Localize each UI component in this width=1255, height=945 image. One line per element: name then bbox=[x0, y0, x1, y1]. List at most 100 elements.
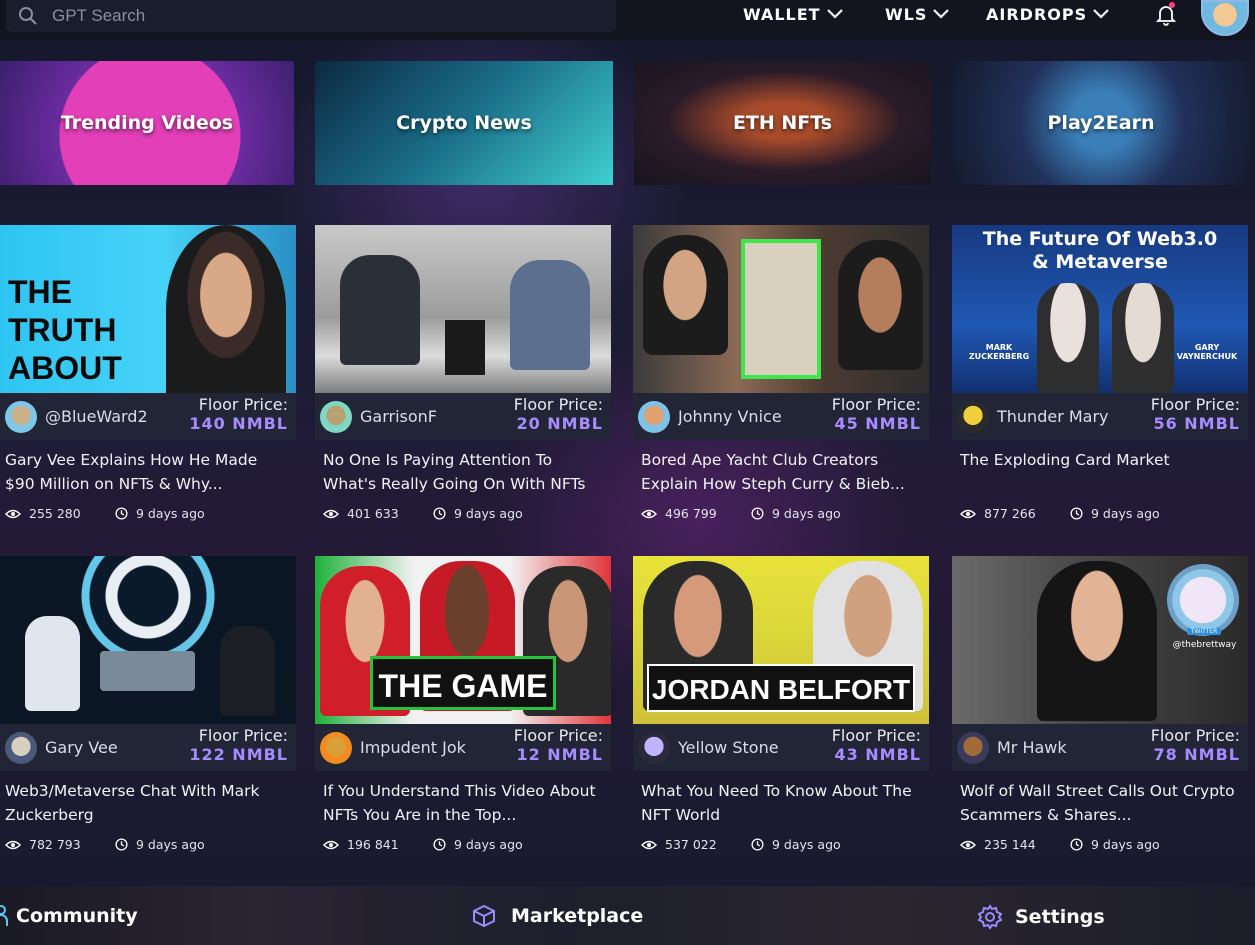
uploader-avatar[interactable] bbox=[638, 731, 670, 764]
view-count-value: 877 266 bbox=[984, 506, 1036, 521]
category-crypto-news[interactable]: Crypto News bbox=[315, 61, 613, 185]
upload-time-value: 9 days ago bbox=[136, 506, 205, 521]
thumbnail-caption: THE TRUTH ABOUT NFTs bbox=[8, 274, 122, 393]
video-card: GarrisonF Floor Price: 20 NMBL No One Is… bbox=[315, 225, 611, 525]
floor-price-label: Floor Price: bbox=[198, 726, 288, 745]
video-title[interactable]: What You Need To Know About The NFT Worl… bbox=[641, 779, 926, 827]
nav-wallet[interactable]: WALLET bbox=[743, 3, 843, 25]
video-meta: 235 144 9 days ago bbox=[960, 837, 1160, 852]
video-title[interactable]: Bored Ape Yacht Club Creators Explain Ho… bbox=[641, 448, 926, 496]
thumbnail-person bbox=[510, 260, 590, 370]
video-meta: 255 280 9 days ago bbox=[5, 506, 205, 521]
view-count-value: 537 022 bbox=[665, 837, 717, 852]
uploader-name[interactable]: GarrisonF bbox=[360, 407, 490, 426]
uploader-avatar[interactable] bbox=[957, 731, 989, 764]
video-thumbnail[interactable]: THE GAME bbox=[315, 556, 611, 724]
category-trending-videos[interactable]: Trending Videos bbox=[0, 61, 294, 185]
thumbnail-card bbox=[741, 239, 821, 379]
uploader-name[interactable]: Impudent Jok bbox=[360, 738, 490, 757]
video-info-bar: Johnny Vnice Floor Price: 45 NMBL bbox=[633, 393, 929, 440]
view-count: 877 266 bbox=[960, 506, 1070, 521]
nav-wls[interactable]: WLS bbox=[885, 3, 950, 25]
view-count: 235 144 bbox=[960, 837, 1070, 852]
uploader-name[interactable]: Thunder Mary bbox=[997, 407, 1127, 426]
category-label: Play2Earn bbox=[1047, 112, 1155, 134]
thumbnail-name-right: GARY VAYNERCHUK bbox=[1176, 343, 1238, 361]
video-title[interactable]: The Exploding Card Market bbox=[960, 448, 1245, 472]
category-label: ETH NFTs bbox=[732, 112, 833, 134]
view-count: 196 841 bbox=[323, 837, 433, 852]
video-thumbnail[interactable] bbox=[633, 225, 929, 393]
nav-community[interactable]: Community bbox=[0, 904, 138, 928]
video-info-bar: Thunder Mary Floor Price: 56 NMBL bbox=[952, 393, 1248, 440]
video-thumbnail[interactable]: The Future Of Web3.0 & Metaverse MARK ZU… bbox=[952, 225, 1248, 393]
uploader-avatar[interactable] bbox=[5, 731, 37, 764]
video-thumbnail[interactable]: JORDAN BELFORT bbox=[633, 556, 929, 724]
clock-icon bbox=[433, 838, 446, 851]
video-thumbnail[interactable] bbox=[315, 225, 611, 393]
nav-wallet-label: WALLET bbox=[743, 4, 821, 24]
video-meta: 537 022 9 days ago bbox=[641, 837, 841, 852]
video-title[interactable]: If You Understand This Video About NFTs … bbox=[323, 779, 608, 827]
floor-price: Floor Price: 78 NMBL bbox=[1151, 726, 1240, 764]
floor-price-value: 12 NMBL bbox=[516, 745, 603, 764]
uploader-avatar[interactable] bbox=[957, 400, 989, 433]
view-count: 401 633 bbox=[323, 506, 433, 521]
video-title[interactable]: Wolf of Wall Street Calls Out Crypto Sca… bbox=[960, 779, 1245, 827]
upload-time-value: 9 days ago bbox=[1091, 506, 1160, 521]
upload-time: 9 days ago bbox=[1070, 837, 1160, 852]
video-card: Johnny Vnice Floor Price: 45 NMBL Bored … bbox=[633, 225, 929, 525]
floor-price: Floor Price: 56 NMBL bbox=[1151, 395, 1240, 433]
upload-time: 9 days ago bbox=[115, 837, 205, 852]
upload-time-value: 9 days ago bbox=[772, 837, 841, 852]
user-avatar[interactable] bbox=[1201, 0, 1249, 36]
uploader-name[interactable]: Gary Vee bbox=[45, 738, 175, 757]
category-play2earn[interactable]: Play2Earn bbox=[952, 61, 1250, 185]
thumbnail-caption: JORDAN BELFORT bbox=[647, 664, 915, 712]
uploader-avatar[interactable] bbox=[5, 400, 37, 433]
uploader-name[interactable]: Mr Hawk bbox=[997, 738, 1127, 757]
thumbnail-handle: @thebrettway bbox=[1172, 640, 1237, 650]
video-info-bar: Yellow Stone Floor Price: 43 NMBL bbox=[633, 724, 929, 771]
video-thumbnail[interactable]: TWITTER @thebrettway bbox=[952, 556, 1248, 724]
floor-price-label: Floor Price: bbox=[513, 726, 603, 745]
uploader-name[interactable]: @BlueWard2 bbox=[45, 407, 175, 426]
category-eth-nfts[interactable]: ETH NFTs bbox=[634, 61, 931, 185]
nav-community-label: Community bbox=[16, 905, 138, 927]
video-card: THE TRUTH ABOUT NFTs @BlueWard2 Floor Pr… bbox=[0, 225, 296, 525]
thumbnail-caption: The Future Of Web3.0 & Metaverse bbox=[982, 228, 1218, 273]
upload-time-value: 9 days ago bbox=[1091, 837, 1160, 852]
video-thumbnail[interactable]: THE TRUTH ABOUT NFTs bbox=[0, 225, 296, 393]
uploader-avatar[interactable] bbox=[320, 400, 352, 433]
video-title[interactable]: Web3/Metaverse Chat With Mark Zuckerberg bbox=[5, 779, 290, 827]
video-card: The Future Of Web3.0 & Metaverse MARK ZU… bbox=[952, 225, 1248, 525]
view-count-value: 782 793 bbox=[29, 837, 81, 852]
upload-time: 9 days ago bbox=[433, 506, 523, 521]
video-info-bar: GarrisonF Floor Price: 20 NMBL bbox=[315, 393, 611, 440]
uploader-avatar[interactable] bbox=[638, 400, 670, 433]
nav-settings[interactable]: Settings bbox=[977, 904, 1105, 930]
thumbnail-person bbox=[1112, 283, 1174, 393]
view-count-value: 401 633 bbox=[347, 506, 399, 521]
top-bar: WALLET WLS AIRDROPS bbox=[0, 0, 1255, 40]
uploader-name[interactable]: Johnny Vnice bbox=[678, 407, 808, 426]
floor-price-label: Floor Price: bbox=[513, 395, 603, 414]
nav-marketplace[interactable]: Marketplace bbox=[471, 904, 643, 928]
eye-icon bbox=[641, 840, 657, 849]
video-title[interactable]: Gary Vee Explains How He Made $90 Millio… bbox=[5, 448, 290, 496]
gear-icon bbox=[977, 904, 1003, 930]
nav-airdrops-label: AIRDROPS bbox=[986, 4, 1088, 24]
search-bar[interactable] bbox=[6, 0, 616, 32]
floor-price-value: 43 NMBL bbox=[834, 745, 921, 764]
nav-airdrops[interactable]: AIRDROPS bbox=[986, 3, 1109, 25]
floor-price-value: 45 NMBL bbox=[834, 414, 921, 433]
uploader-name[interactable]: Yellow Stone bbox=[678, 738, 808, 757]
video-meta: 877 266 9 days ago bbox=[960, 506, 1160, 521]
floor-price-label: Floor Price: bbox=[1150, 726, 1240, 745]
uploader-avatar[interactable] bbox=[320, 731, 352, 764]
thumbnail-person bbox=[643, 235, 728, 355]
thumbnail-badge-label: TWITTER bbox=[1187, 628, 1221, 635]
search-input[interactable] bbox=[52, 6, 572, 26]
video-title[interactable]: No One Is Paying Attention To What's Rea… bbox=[323, 448, 608, 496]
video-thumbnail[interactable] bbox=[0, 556, 296, 724]
